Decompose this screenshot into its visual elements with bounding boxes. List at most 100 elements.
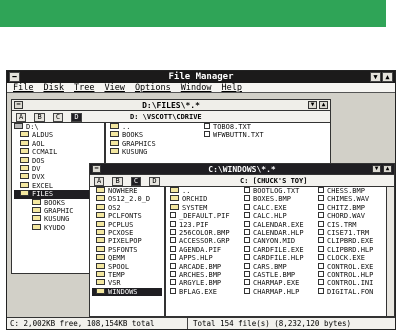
list-item-label: CHARMAP.EXE <box>253 279 300 288</box>
list-item[interactable]: CANYON.MID <box>244 237 316 245</box>
list-item[interactable]: APPS.HLP <box>170 254 242 262</box>
drive-d-icon[interactable]: D <box>149 176 160 186</box>
list-item[interactable]: AGENDA.PIF <box>170 245 242 254</box>
list-item[interactable]: CASTLE.BMP <box>244 270 316 279</box>
windows-maximize-icon[interactable]: ▲ <box>383 165 392 173</box>
windows-scrollbar[interactable] <box>386 187 394 316</box>
list-item[interactable]: CALENDAR.EXE <box>244 220 316 229</box>
windows-window[interactable]: ━ C:\WINDOWS\*.* ▼ ▲ A B C D C: [CHUCK'S… <box>89 163 395 317</box>
drive-c-icon[interactable]: C <box>52 112 64 122</box>
list-item[interactable]: CHITZ.BMP <box>318 203 386 212</box>
list-item[interactable]: BOXES.BMP <box>244 195 316 203</box>
list-item[interactable]: OS2 <box>92 203 162 212</box>
minimize-icon[interactable]: ▼ <box>370 72 381 82</box>
list-item[interactable]: CALC.HLP <box>244 212 316 220</box>
list-item[interactable]: CHORD.WAV <box>318 212 386 220</box>
list-item[interactable]: ALDUS <box>14 131 102 139</box>
drive-a-icon[interactable]: A <box>94 176 105 186</box>
drive-b-icon[interactable]: B <box>112 176 123 186</box>
files-maximize-icon[interactable]: ▲ <box>319 101 328 109</box>
list-item[interactable]: CONTROL.HLP <box>318 270 386 279</box>
list-item[interactable]: CALC.EXE <box>244 203 316 212</box>
files-minimize-icon[interactable]: ▼ <box>308 101 317 109</box>
list-item[interactable]: TOBO8.TXT <box>204 123 324 131</box>
list-item[interactable]: CHESS.BMP <box>318 187 386 195</box>
list-item[interactable]: CIS.TRM <box>318 220 386 229</box>
list-item[interactable]: CHARMAP.EXE <box>244 279 316 287</box>
windows-minimize-icon[interactable]: ▼ <box>372 165 381 173</box>
menu-item-options[interactable]: Options <box>135 83 171 92</box>
list-item-label: .. <box>122 123 131 131</box>
drive-c-icon[interactable]: C <box>130 176 142 186</box>
menu-item-tree[interactable]: Tree <box>74 83 94 92</box>
list-item[interactable]: WFWBUTTN.TXT <box>204 131 324 139</box>
list-item[interactable]: KUSUNG <box>110 148 200 156</box>
windows-window-titlebar[interactable]: ━ C:\WINDOWS\*.* ▼ ▲ <box>90 164 394 175</box>
list-item[interactable]: D:\ <box>14 123 102 131</box>
list-item[interactable]: BOOTLOG.TXT <box>244 187 316 195</box>
list-item[interactable]: CCMAIL <box>14 148 102 156</box>
list-item[interactable]: TEMP <box>92 270 162 279</box>
list-item[interactable]: CARDFILE.EXE <box>244 245 316 254</box>
list-item[interactable]: VSR <box>92 279 162 287</box>
list-item[interactable]: GRAPHICS <box>110 139 200 148</box>
list-item[interactable]: CALENDAR.HLP <box>244 228 316 237</box>
list-item[interactable]: QEMM <box>92 254 162 262</box>
list-item[interactable]: ACCESSOR.GRP <box>170 237 242 245</box>
list-item[interactable]: CONTROL.INI <box>318 279 386 287</box>
drive-d-icon[interactable]: D <box>71 112 82 122</box>
list-item[interactable]: CLIPBRD.HLP <box>318 245 386 254</box>
list-item[interactable]: 256COLOR.BMP <box>170 228 242 237</box>
files-control-menu-icon[interactable]: ━ <box>14 101 23 109</box>
list-item[interactable]: .. <box>170 187 242 195</box>
list-item[interactable]: CHARMAP.HLP <box>244 287 316 296</box>
list-item[interactable]: PIXELPOP <box>92 237 162 245</box>
list-item[interactable]: PCPLUS <box>92 220 162 229</box>
menu-item-window[interactable]: Window <box>181 83 212 92</box>
list-item[interactable]: ARGYLE.BMP <box>170 279 242 287</box>
drive-b-icon[interactable]: B <box>34 112 45 122</box>
list-item[interactable]: ARCADE.BMP <box>170 262 242 271</box>
files-window-titlebar[interactable]: ━ D:\FILES\*.* ▼ ▲ <box>12 100 330 111</box>
list-item[interactable]: BOOKS <box>110 131 200 139</box>
list-item[interactable]: AOL <box>14 139 102 148</box>
list-item-label: VSR <box>108 279 121 288</box>
windows-pane-divider[interactable] <box>164 187 166 316</box>
list-item[interactable]: PCLFONTS <box>92 212 162 220</box>
list-item[interactable]: CISE71.TRM <box>318 228 386 237</box>
list-item[interactable]: DIGITAL.FON <box>318 287 386 296</box>
list-item[interactable]: PCXOSE <box>92 228 162 237</box>
list-item[interactable]: 123.PIF <box>170 220 242 229</box>
menu-item-disk[interactable]: Disk <box>43 83 63 92</box>
list-item[interactable]: NOWHERE <box>92 187 162 195</box>
windows-control-menu-icon[interactable]: ━ <box>92 165 101 173</box>
list-item-label: CARS.BMP <box>253 262 287 271</box>
folder-icon <box>96 212 105 219</box>
menu-item-file[interactable]: File <box>13 83 33 92</box>
list-item[interactable]: _DEFAULT.PIF <box>170 212 242 220</box>
list-item[interactable]: CONTROL.EXE <box>318 262 386 271</box>
menu-item-view[interactable]: View <box>104 83 124 92</box>
list-item[interactable]: CLIPBRD.EXE <box>318 237 386 245</box>
file-icon <box>244 212 250 219</box>
drive-a-icon[interactable]: A <box>16 112 27 122</box>
maximize-icon[interactable]: ▲ <box>382 72 393 82</box>
list-item[interactable]: CARS.BMP <box>244 262 316 271</box>
list-item[interactable]: SPOOL <box>92 262 162 271</box>
file-manager-titlebar[interactable]: ━ File Manager ▼ ▲ <box>7 71 395 83</box>
list-item[interactable]: SYSTEM <box>170 203 242 212</box>
control-menu-icon[interactable]: ━ <box>9 72 20 82</box>
menu-item-help[interactable]: Help <box>221 83 241 92</box>
list-item[interactable]: WINDOWS <box>92 287 162 297</box>
list-item[interactable]: ARCHES.BMP <box>170 270 242 279</box>
file-icon <box>170 254 176 261</box>
list-item[interactable]: OS12_2.0_D <box>92 195 162 203</box>
list-item[interactable]: ORCHID <box>170 195 242 203</box>
list-item[interactable]: BFLAG.EXE <box>170 287 242 296</box>
list-item[interactable]: .. <box>110 123 200 131</box>
list-item[interactable]: CHIMES.WAV <box>318 195 386 203</box>
list-item[interactable]: CLOCK.EXE <box>318 254 386 262</box>
list-item[interactable]: CARDFILE.HLP <box>244 254 316 262</box>
list-item-label: DV <box>32 164 41 173</box>
list-item[interactable]: PSFONTS <box>92 245 162 254</box>
